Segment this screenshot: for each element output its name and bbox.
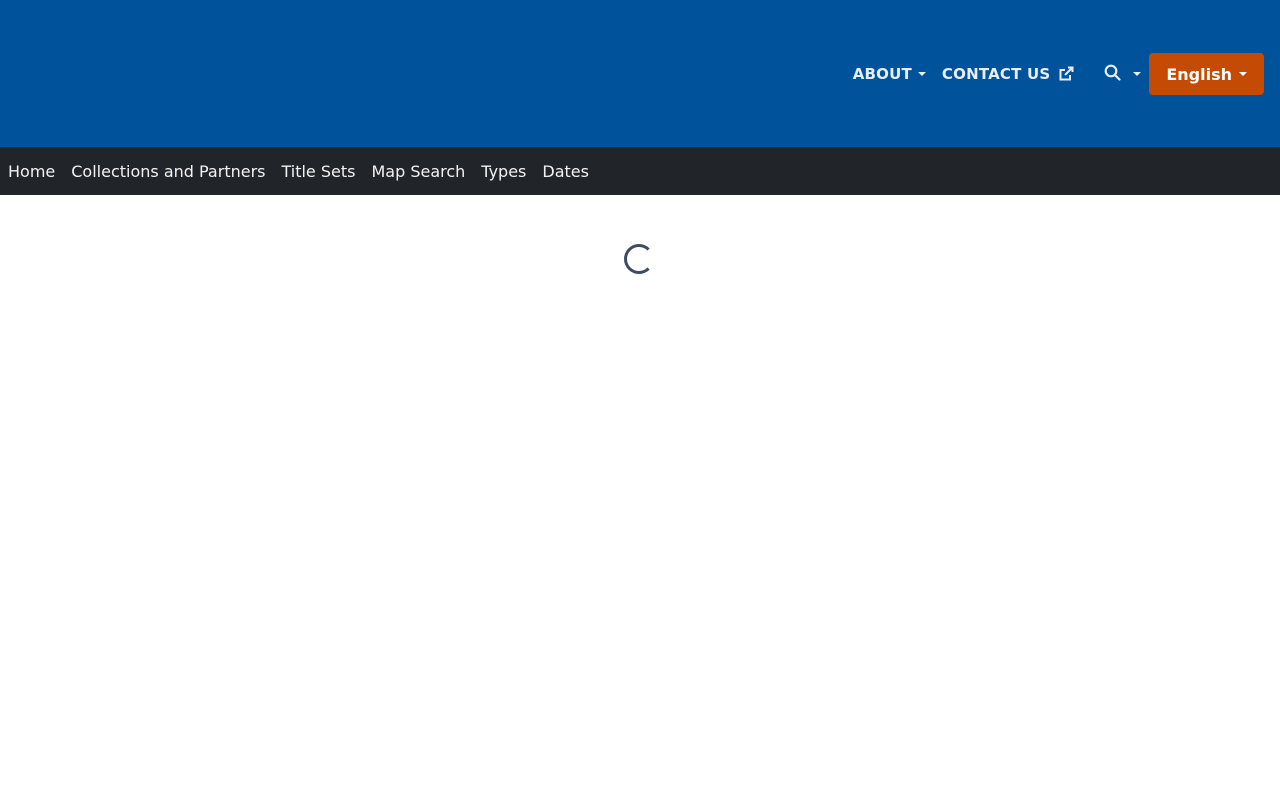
nav-item-dates[interactable]: Dates: [542, 162, 589, 181]
about-menu[interactable]: ABOUT: [853, 65, 926, 83]
external-link-icon: [1058, 66, 1074, 82]
chevron-down-icon: [1239, 72, 1247, 76]
chevron-down-icon: [917, 72, 926, 76]
contact-us-link[interactable]: CONTACT US: [942, 65, 1074, 83]
nav-item-map-search[interactable]: Map Search: [371, 162, 465, 181]
site-header: ABOUT CONTACT US English: [0, 0, 1280, 147]
nav-item-types[interactable]: Types: [481, 162, 526, 181]
header-nav: ABOUT CONTACT US English: [853, 53, 1264, 95]
about-label: ABOUT: [852, 65, 912, 83]
contact-label: CONTACT US: [941, 65, 1051, 83]
chevron-down-icon: [1133, 72, 1142, 76]
nav-item-home[interactable]: Home: [8, 162, 55, 181]
nav-item-title-sets[interactable]: Title Sets: [281, 162, 355, 181]
spinner-icon: [624, 244, 654, 274]
search-button[interactable]: [1104, 64, 1142, 85]
language-select-button[interactable]: English: [1149, 53, 1264, 95]
language-label: English: [1166, 64, 1232, 84]
search-icon: [1104, 64, 1121, 85]
nav-item-collections-and-partners[interactable]: Collections and Partners: [71, 162, 265, 181]
main-nav: Home Collections and Partners Title Sets…: [0, 147, 1280, 195]
